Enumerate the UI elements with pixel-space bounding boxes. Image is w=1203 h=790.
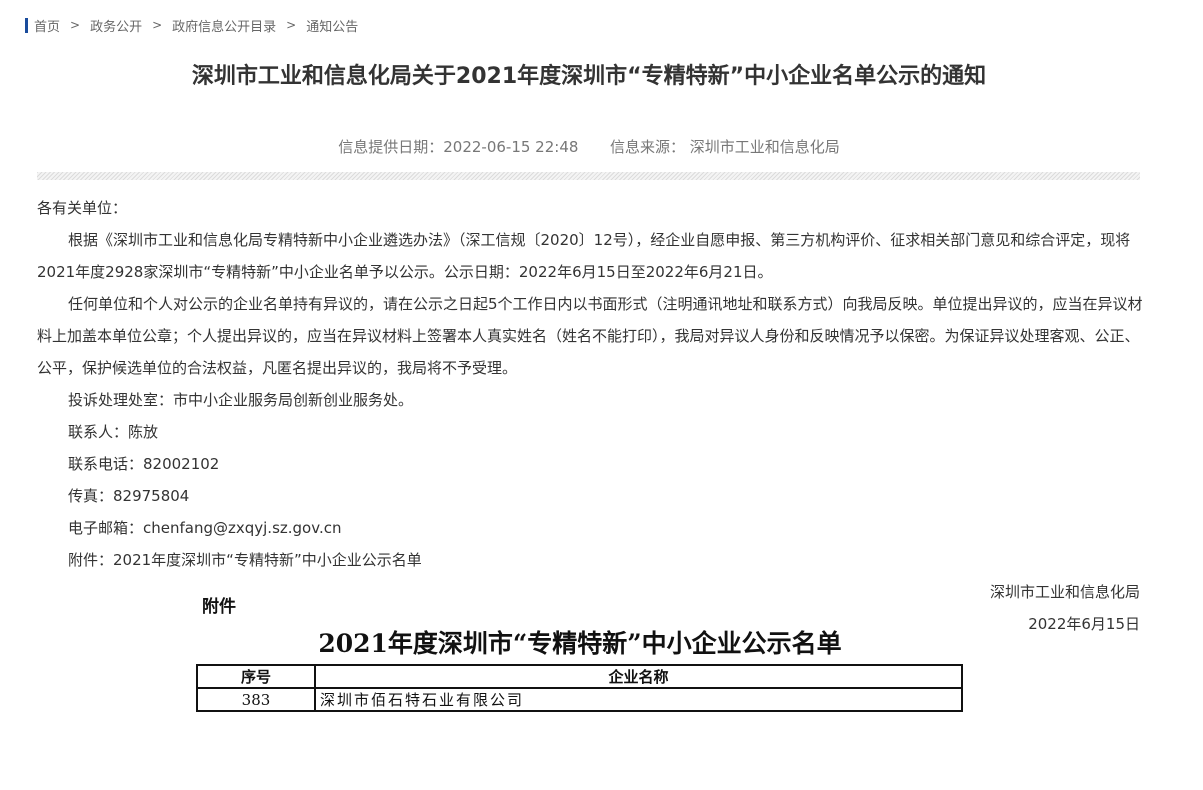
breadcrumb-notices[interactable]: 通知公告 bbox=[306, 16, 358, 35]
breadcrumb: 首页 > 政务公开 > 政府信息公开目录 > 通知公告 bbox=[25, 16, 358, 35]
contact-office: 投诉处理处室：市中小企业服务局创新创业服务处。 bbox=[68, 391, 414, 409]
paragraph-basis: 根据《深圳市工业和信息化局专精特新中小企业遴选办法》（深工信规〔2020〕12号… bbox=[37, 231, 1131, 281]
paragraph-objection: 任何单位和个人对公示的企业名单持有异议的，请在公示之日起5个工作日内以书面形式（… bbox=[37, 295, 1143, 377]
breadcrumb-separator: > bbox=[152, 18, 163, 32]
table-header-row: 序号 企业名称 bbox=[196, 664, 963, 689]
breadcrumb-separator: > bbox=[70, 18, 81, 32]
signature-date: 2022年6月15日 bbox=[1028, 615, 1140, 633]
title-divider bbox=[37, 172, 1140, 180]
date-label: 信息提供日期： bbox=[338, 138, 444, 156]
column-header-no: 序号 bbox=[196, 664, 316, 689]
signature-org: 深圳市工业和信息化局 bbox=[989, 583, 1140, 601]
breadcrumb-separator: > bbox=[286, 18, 297, 32]
article-body: 各有关单位： 根据《深圳市工业和信息化局专精特新中小企业遴选办法》（深工信规〔2… bbox=[37, 192, 1143, 576]
attachment-table: 序号 企业名称 383 深圳市佰石特石业有限公司 bbox=[196, 664, 963, 712]
contact-email: 电子邮箱：chenfang@zxqyj.sz.gov.cn bbox=[68, 519, 342, 537]
contact-phone: 联系电话：82002102 bbox=[68, 455, 220, 473]
company-name: 深圳市佰石特石业有限公司 bbox=[314, 687, 963, 712]
breadcrumb-home[interactable]: 首页 bbox=[34, 16, 60, 35]
date-value: 2022-06-15 22:48 bbox=[443, 138, 579, 156]
source-value: 深圳市工业和信息化局 bbox=[689, 138, 840, 156]
article-meta: 信息提供日期：2022-06-15 22:48 信息来源： 深圳市工业和信息化局 bbox=[0, 136, 1178, 157]
row-number: 383 bbox=[196, 687, 316, 712]
contact-fax: 传真：82975804 bbox=[68, 487, 190, 505]
contact-person: 联系人：陈放 bbox=[68, 423, 159, 441]
attachment-title: 2021年度深圳市“专精特新”中小企业公示名单 bbox=[318, 629, 842, 658]
breadcrumb-info-directory[interactable]: 政府信息公开目录 bbox=[172, 16, 276, 35]
attachment-note: 附件：2021年度深圳市“专精特新”中小企业公示名单 bbox=[68, 551, 422, 569]
table-row: 383 深圳市佰石特石业有限公司 bbox=[196, 687, 963, 712]
source-label: 信息来源： bbox=[609, 138, 685, 156]
signature-block: 深圳市工业和信息化局 2022年6月15日 bbox=[990, 576, 1140, 640]
page-title: 深圳市工业和信息化局关于2021年度深圳市“专精特新”中小企业名单公示的通知 bbox=[191, 64, 987, 89]
salutation: 各有关单位： bbox=[37, 199, 128, 217]
breadcrumb-marker bbox=[25, 17, 28, 33]
column-header-company: 企业名称 bbox=[314, 664, 963, 689]
attachment-label: 附件 bbox=[202, 597, 236, 617]
breadcrumb-gov-affairs[interactable]: 政务公开 bbox=[90, 16, 142, 35]
